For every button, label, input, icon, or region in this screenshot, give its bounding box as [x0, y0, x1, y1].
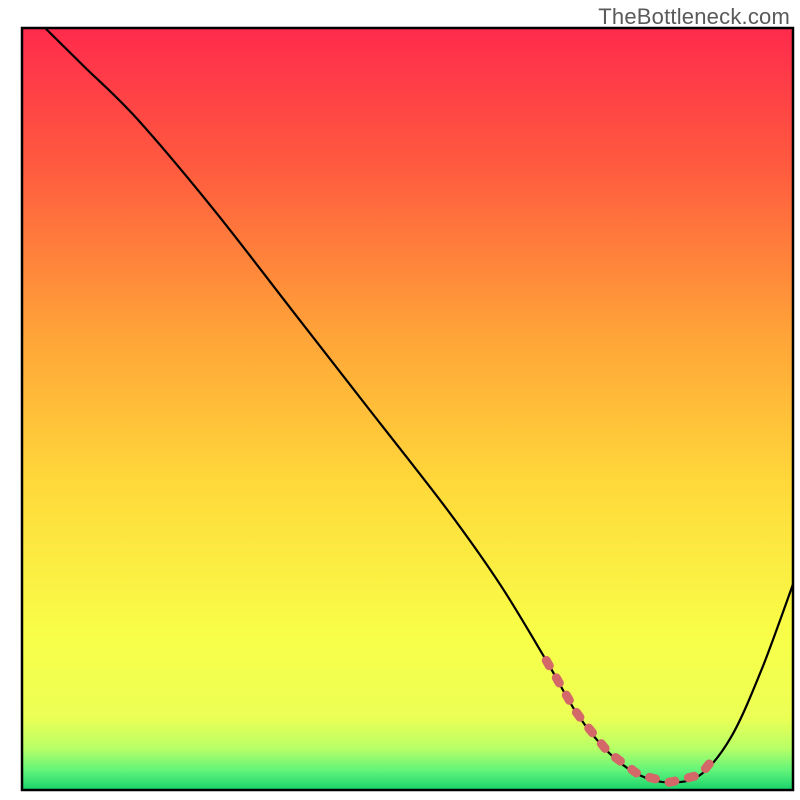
bottleneck-chart [0, 0, 800, 800]
plot-background [22, 28, 793, 790]
chart-container: TheBottleneck.com [0, 0, 800, 800]
watermark-text: TheBottleneck.com [598, 4, 790, 30]
